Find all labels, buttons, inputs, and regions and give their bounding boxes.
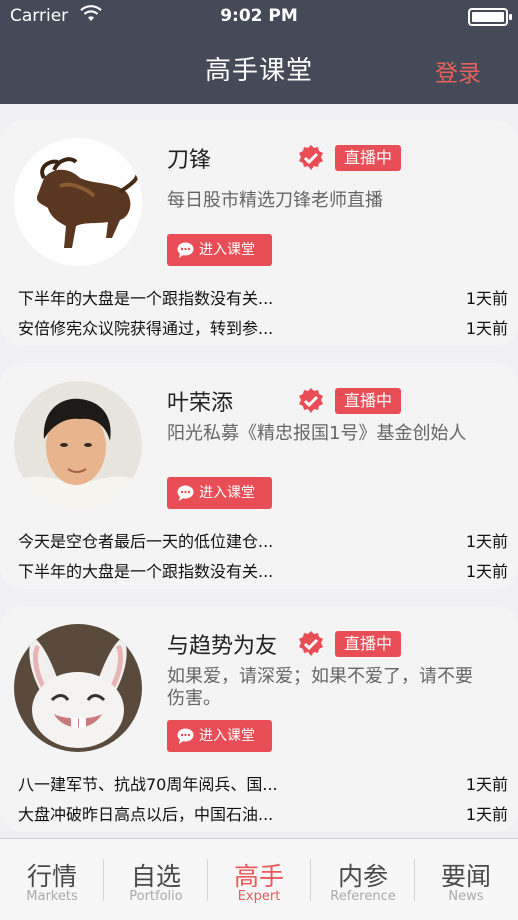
expert-card[interactable]: 刀锋 直播中 每日股市精选刀锋老师直播 进入课堂 下半年的大盘是一个跟指数没有关… xyxy=(0,120,518,346)
news-title: 下半年的大盘是一个跟指数没有关... xyxy=(18,289,274,308)
expert-card[interactable]: 与趋势为友 直播中 如果爱，请深爱；如果不爱了，请不要伤害。 进入课堂 八一建军… xyxy=(0,606,518,832)
enter-classroom-label: 进入课堂 xyxy=(199,242,255,258)
news-title: 八一建军节、抗战70周年阅兵、国... xyxy=(18,775,278,794)
expert-name: 与趋势为友 xyxy=(167,634,278,659)
news-item[interactable]: 大盘冲破昨日高点以后，中国石油... 1天前 xyxy=(18,801,508,827)
chat-bubble-icon xyxy=(177,728,194,744)
verified-badge-icon xyxy=(299,631,323,656)
news-item[interactable]: 下半年的大盘是一个跟指数没有关... 1天前 xyxy=(18,285,508,311)
expert-name: 叶荣添 xyxy=(167,391,234,416)
navigation-bar: Carrier 9:02 PM 高手课堂 登录 xyxy=(0,0,518,104)
expert-avatar[interactable] xyxy=(14,138,142,266)
bull-statue-image xyxy=(14,138,142,266)
enter-classroom-button[interactable]: 进入课堂 xyxy=(167,234,272,266)
news-time: 1天前 xyxy=(465,775,508,794)
tab-label: 高手 xyxy=(233,862,284,891)
expert-avatar[interactable] xyxy=(14,381,142,509)
tab-sublabel: Markets xyxy=(26,889,78,904)
tab-label: 自选 xyxy=(130,862,181,891)
chat-bubble-icon xyxy=(177,485,194,501)
news-item[interactable]: 今天是空仓者最后一天的低位建仓... 1天前 xyxy=(18,528,508,554)
news-time: 1天前 xyxy=(465,319,508,338)
news-time: 1天前 xyxy=(465,289,508,308)
expert-description: 每日股市精选刀锋老师直播 xyxy=(167,190,383,211)
news-title: 安倍修宪众议院获得通过，转到参... xyxy=(18,319,274,338)
battery-icon xyxy=(468,8,512,26)
tab-sublabel: News xyxy=(448,889,484,904)
tab-sublabel: Reference xyxy=(330,889,396,904)
enter-classroom-button[interactable]: 进入课堂 xyxy=(167,477,272,509)
verified-badge-icon xyxy=(299,388,323,413)
enter-classroom-button[interactable]: 进入课堂 xyxy=(167,720,272,752)
status-bar: Carrier 9:02 PM xyxy=(0,0,518,34)
tab-label: 内参 xyxy=(337,862,388,891)
tab-sublabel: Expert xyxy=(237,889,281,904)
enter-classroom-label: 进入课堂 xyxy=(199,485,255,501)
live-badge: 直播中 xyxy=(335,388,401,414)
tab-sublabel: Portfolio xyxy=(129,889,183,904)
expert-description: 如果爱，请深爱；如果不爱了，请不要伤害。 xyxy=(167,666,473,709)
tab-reference[interactable]: 内参 Reference xyxy=(311,839,415,920)
tab-label: 行情 xyxy=(26,862,77,891)
verified-badge-icon xyxy=(299,145,323,170)
news-time: 1天前 xyxy=(465,562,508,581)
tab-portfolio[interactable]: 自选 Portfolio xyxy=(104,839,208,920)
status-time: 9:02 PM xyxy=(220,6,298,26)
tab-label: 要闻 xyxy=(440,862,491,891)
news-time: 1天前 xyxy=(465,805,508,824)
login-button[interactable]: 登录 xyxy=(435,54,481,88)
chat-bubble-icon xyxy=(177,242,194,258)
enter-classroom-label: 进入课堂 xyxy=(199,728,255,744)
news-title: 今天是空仓者最后一天的低位建仓... xyxy=(18,532,274,551)
tab-markets[interactable]: 行情 Markets xyxy=(0,839,104,920)
person-photo-image xyxy=(14,381,142,509)
live-badge: 直播中 xyxy=(335,145,401,171)
news-item[interactable]: 安倍修宪众议院获得通过，转到参... 1天前 xyxy=(18,315,508,341)
live-badge: 直播中 xyxy=(335,631,401,657)
tab-expert[interactable]: 高手 Expert xyxy=(207,839,311,920)
tab-news[interactable]: 要闻 News xyxy=(414,839,518,920)
expert-name: 刀锋 xyxy=(167,148,212,173)
expert-avatar[interactable] xyxy=(14,624,142,752)
expert-description: 阳光私募《精忠报国1号》基金创始人 xyxy=(167,423,467,444)
news-item[interactable]: 下半年的大盘是一个跟指数没有关... 1天前 xyxy=(18,558,508,584)
news-title: 下半年的大盘是一个跟指数没有关... xyxy=(18,562,274,581)
rabbit-photo-image xyxy=(14,624,142,752)
news-item[interactable]: 八一建军节、抗战70周年阅兵、国... 1天前 xyxy=(18,771,508,797)
news-title: 大盘冲破昨日高点以后，中国石油... xyxy=(18,805,274,824)
tab-bar: 行情 Markets 自选 Portfolio 高手 Expert 内参 Ref… xyxy=(0,838,518,920)
expert-card[interactable]: 叶荣添 直播中 阳光私募《精忠报国1号》基金创始人 进入课堂 今天是空仓者最后一… xyxy=(0,363,518,589)
news-time: 1天前 xyxy=(465,532,508,551)
